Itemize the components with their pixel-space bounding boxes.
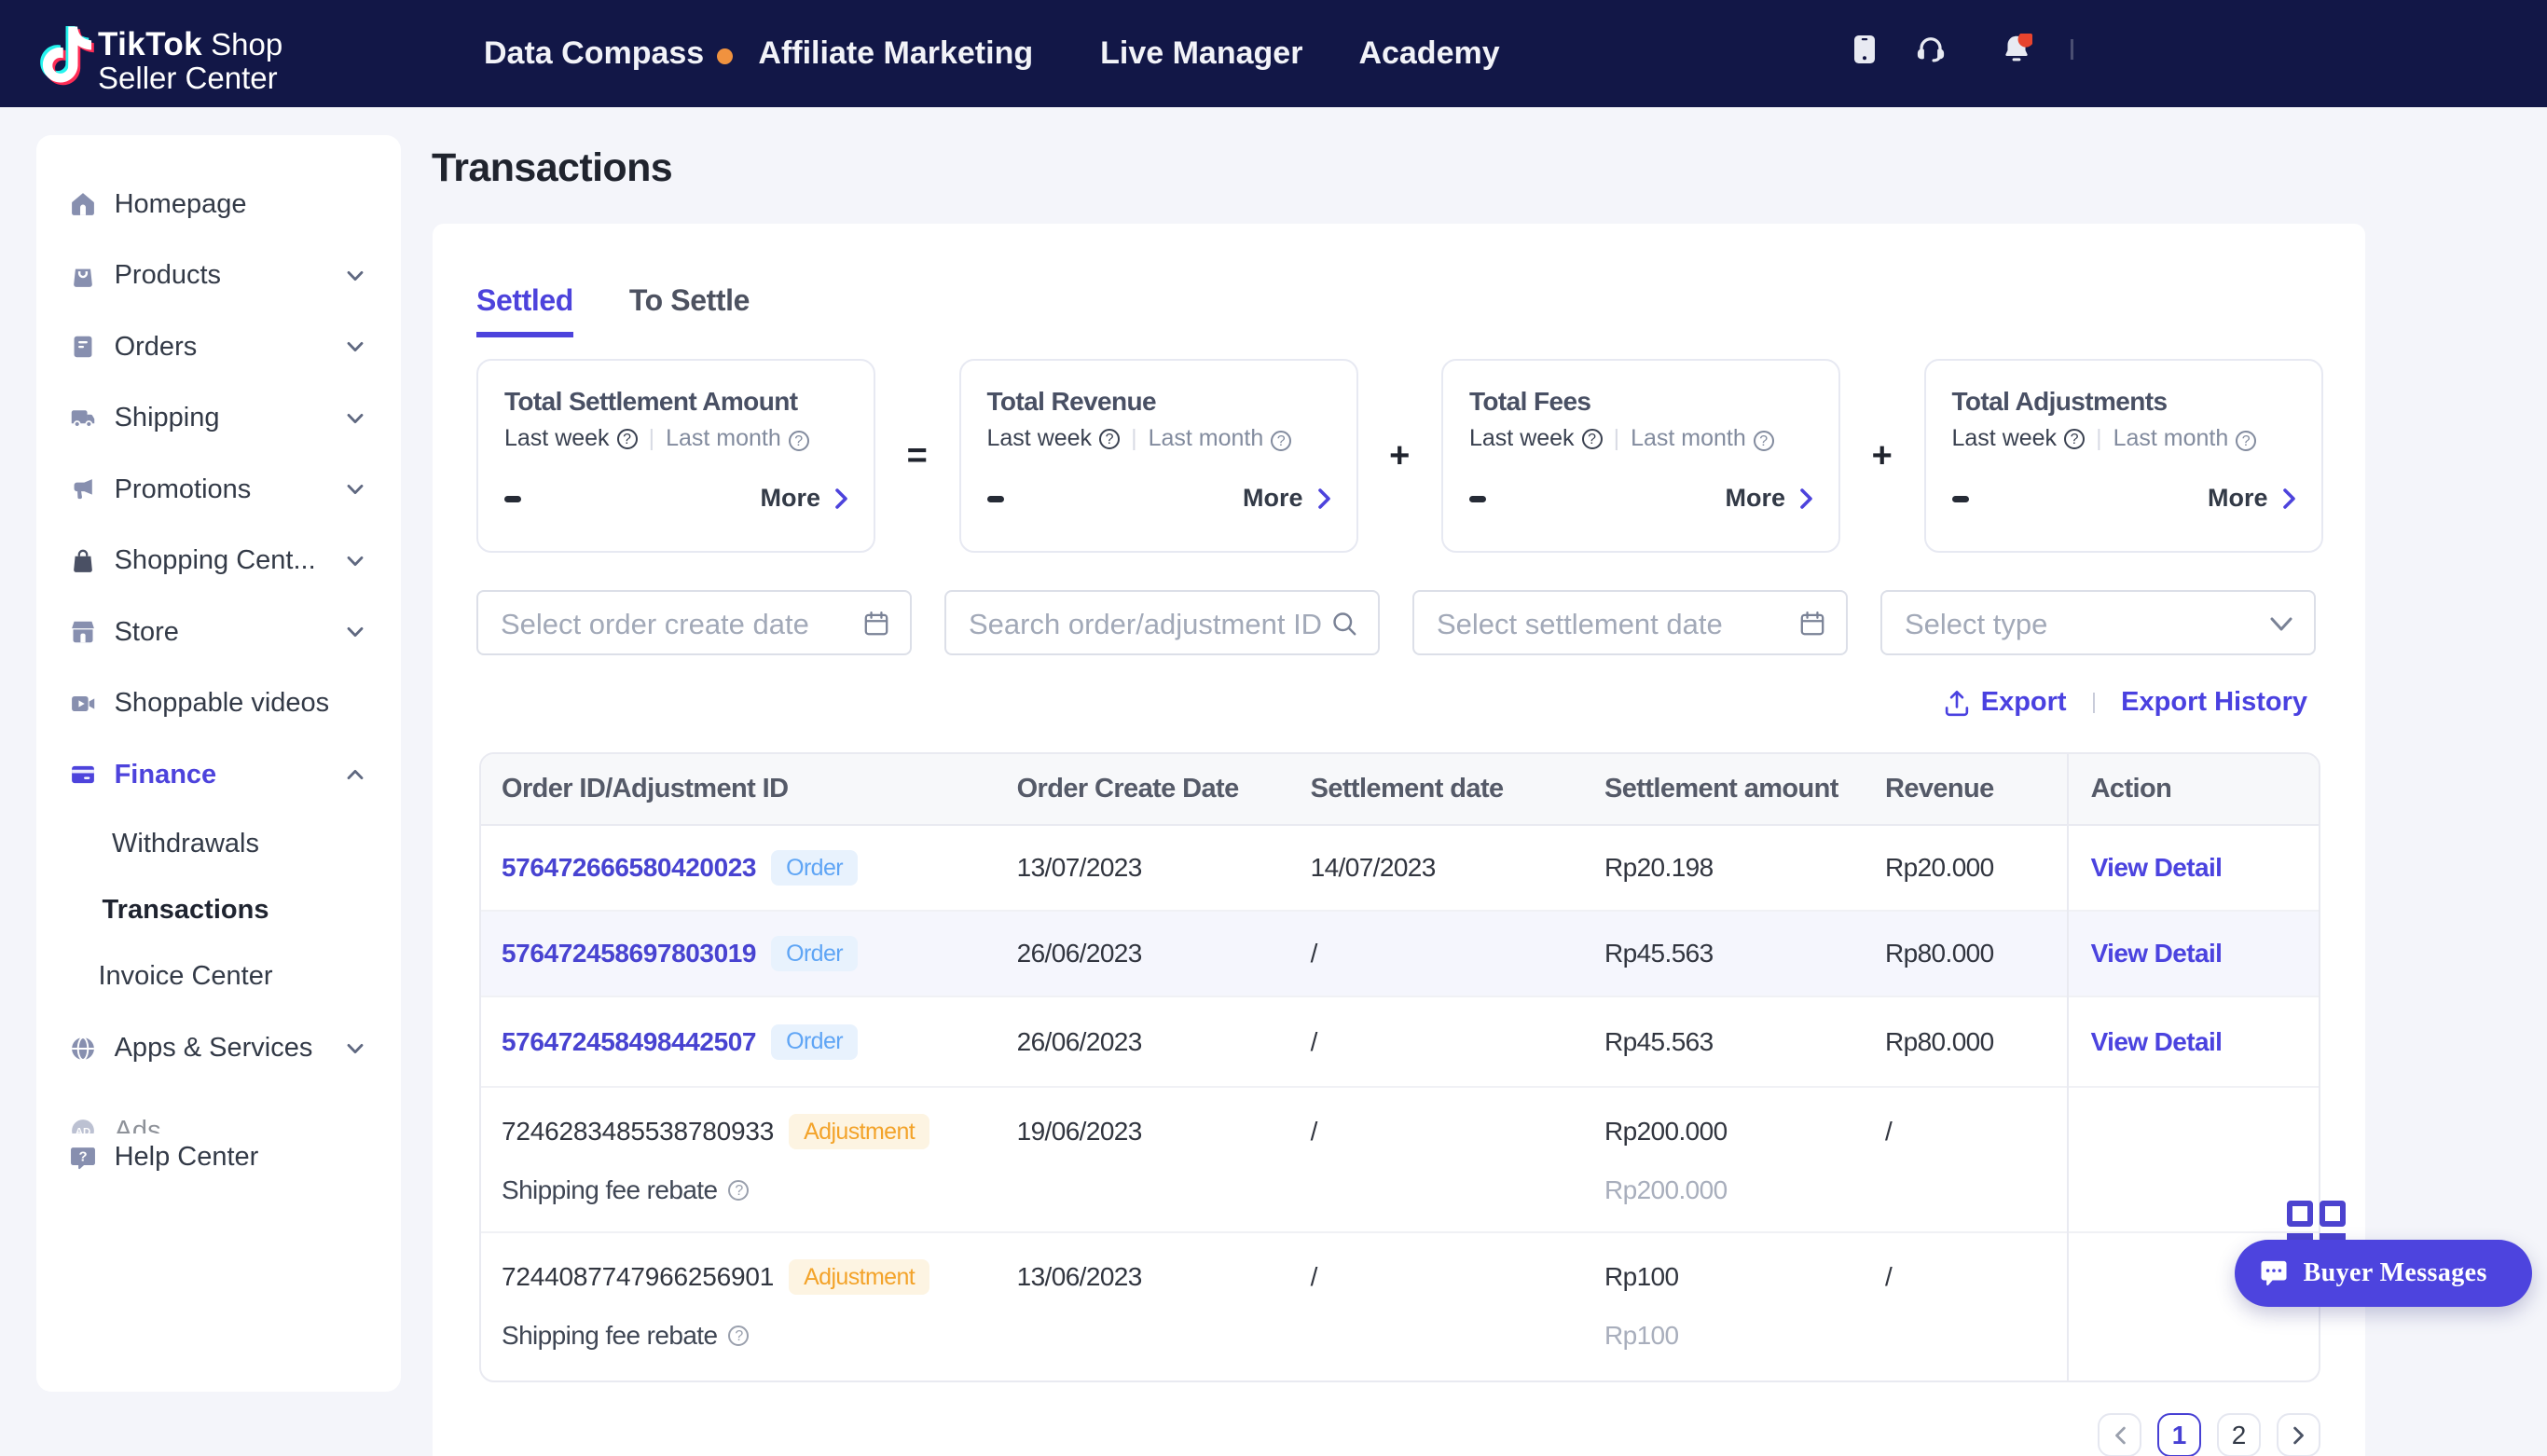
svg-text:?: ? [79,1149,88,1164]
